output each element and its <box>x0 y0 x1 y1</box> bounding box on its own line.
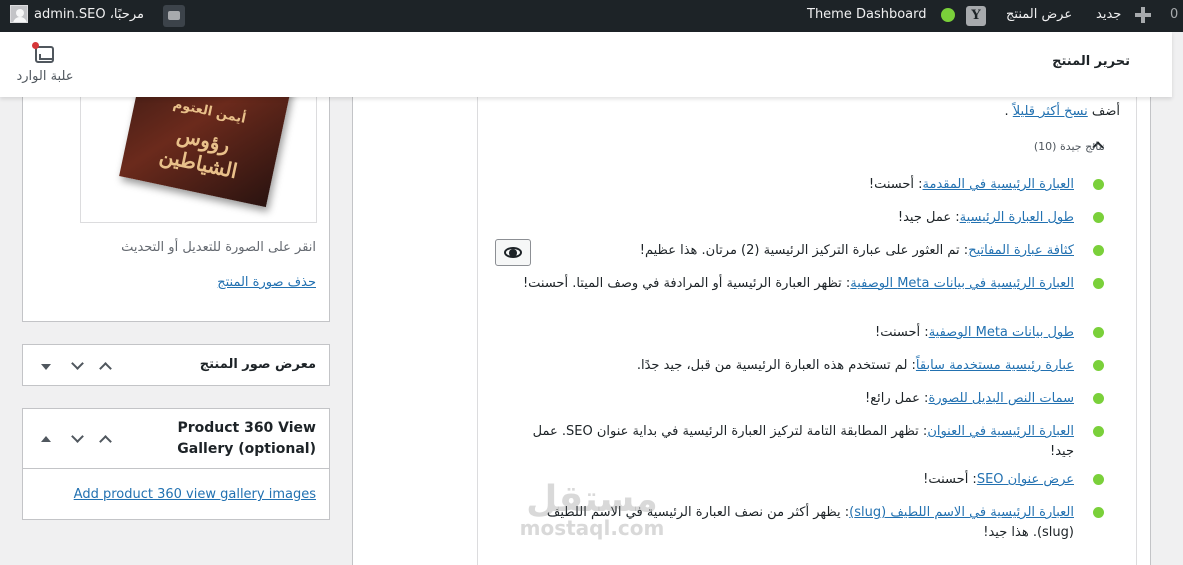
seo-result-item: العبارة الرئيسية في المقدمة: أحسنت! <box>869 175 1074 195</box>
new-item-link[interactable]: جديد <box>1096 0 1121 32</box>
result-link[interactable]: طول العبارة الرئيسية <box>960 210 1074 225</box>
toggle-panel-icon[interactable] <box>37 357 55 375</box>
add-copy-suffix: . <box>1004 104 1009 119</box>
add-360-images-link[interactable]: Add product 360 view gallery images <box>74 487 316 502</box>
status-dot-icon <box>941 8 955 22</box>
good-status-icon <box>1093 212 1104 223</box>
inbox-button[interactable]: علبة الوارد <box>10 42 80 92</box>
view-product-link[interactable]: عرض المنتج <box>1006 0 1072 32</box>
result-link[interactable]: العبارة الرئيسية في الاسم اللطيف (slug) <box>849 505 1074 520</box>
result-text: : تم العثور على عبارة التركيز الرئيسية (… <box>639 243 969 258</box>
chevron-up-icon[interactable] <box>97 430 115 448</box>
notification-dot <box>32 42 39 49</box>
seo-result-item: كثافة عبارة المفاتيح: تم العثور على عبار… <box>640 241 1074 261</box>
product-image-box: أيمن العتوم رؤوس الشياطين انقر على الصور… <box>22 92 330 322</box>
seo-result-item: العبارة الرئيسية في الاسم اللطيف (slug):… <box>504 503 1074 543</box>
page-header: تحرير المنتج علبة الوارد <box>0 32 1172 97</box>
result-link[interactable]: كثافة عبارة المفاتيح <box>968 243 1074 258</box>
good-status-icon <box>1093 360 1104 371</box>
result-link[interactable]: عرض عنوان SEO <box>977 472 1074 487</box>
add-copy-prefix: أضف <box>1091 104 1120 119</box>
result-text: : أحسنت! <box>875 325 929 340</box>
product-image[interactable]: أيمن العتوم رؤوس الشياطين <box>80 93 317 223</box>
chevron-down-icon[interactable] <box>69 430 87 448</box>
result-link[interactable]: سمات النص البديل للصورة <box>928 391 1074 406</box>
good-status-icon <box>1093 474 1104 485</box>
result-link[interactable]: طول بيانات Meta الوصفية <box>929 325 1074 340</box>
chevron-up-icon[interactable] <box>97 357 115 375</box>
good-status-icon <box>1093 245 1104 256</box>
seo-result-item: عبارة رئيسية مستخدمة سابقاً: لم تستخدم ه… <box>637 356 1074 376</box>
toggle-panel-icon[interactable] <box>37 430 55 448</box>
result-link[interactable]: العبارة الرئيسية في العنوان <box>927 424 1074 439</box>
result-link[interactable]: عبارة رئيسية مستخدمة سابقاً <box>916 358 1074 373</box>
box-360-title: Product 360 View Gallery (optional) <box>177 420 316 457</box>
seo-result-item: العبارة الرئيسية في العنوان: تظهر المطاب… <box>514 422 1074 462</box>
result-text: : لم تستخدم هذه العبارة الرئيسية من قبل،… <box>636 358 916 373</box>
inbox-icon <box>35 46 54 63</box>
result-link[interactable]: العبارة الرئيسية في المقدمة <box>923 177 1074 192</box>
result-text: : أحسنت! <box>923 472 977 487</box>
chevron-down-icon[interactable] <box>69 357 87 375</box>
seo-result-item: طول العبارة الرئيسية: عمل جيد! <box>898 208 1074 228</box>
product-gallery-box: معرض صور المنتج <box>22 344 330 386</box>
account-greeting[interactable]: مرحبًا، admin.SEO <box>34 0 144 32</box>
remove-image-link[interactable]: حذف صورة المنتج <box>217 275 316 290</box>
result-link[interactable]: العبارة الرئيسية في بيانات Meta الوصفية <box>850 276 1074 291</box>
seo-result-item: طول بيانات Meta الوصفية: أحسنت! <box>875 323 1074 343</box>
admin-bar-count[interactable]: 0 <box>1170 0 1178 32</box>
seo-result-item: عرض عنوان SEO: أحسنت! <box>923 470 1074 490</box>
result-text: : عمل جيد! <box>897 210 960 225</box>
comment-icon[interactable] <box>163 5 185 27</box>
gallery-box-header: معرض صور المنتج <box>23 345 329 385</box>
good-status-icon <box>1093 507 1104 518</box>
gallery-box-title: معرض صور المنتج <box>199 357 316 372</box>
good-results-toggle[interactable]: نتائج جيدة (10) <box>1034 140 1105 153</box>
seo-result-item: سمات النص البديل للصورة: عمل رائع! <box>865 389 1074 409</box>
image-hint: انقر على الصورة للتعديل أو التحديث <box>121 240 316 255</box>
seo-result-item: العبارة الرئيسية في بيانات Meta الوصفية:… <box>514 274 1074 294</box>
product-360-box: Product 360 View Gallery (optional) Add … <box>22 408 330 520</box>
theme-dashboard-link[interactable]: Theme Dashboard <box>807 0 927 32</box>
scrollbar[interactable] <box>1172 32 1183 565</box>
admin-bar: 0 جديد عرض المنتج Y Theme Dashboard مرحب… <box>0 0 1183 32</box>
page-title: تحرير المنتج <box>1052 54 1130 69</box>
inbox-label: علبة الوارد <box>16 69 74 84</box>
good-status-icon <box>1093 426 1104 437</box>
result-text: : تظهر العبارة الرئيسية أو المرادفة في و… <box>522 276 851 291</box>
book-cover: أيمن العتوم رؤوس الشياطين <box>119 93 293 208</box>
good-status-icon <box>1093 179 1104 190</box>
box-360-header: Product 360 View Gallery (optional) <box>23 409 329 469</box>
yoast-icon[interactable]: Y <box>966 6 986 26</box>
good-status-icon <box>1093 393 1104 404</box>
good-status-icon <box>1093 278 1104 289</box>
result-text: : عمل رائع! <box>865 391 929 406</box>
add-copy-note: أضف نسخ أكثر قليلاً . <box>1005 104 1121 119</box>
result-text: : أحسنت! <box>868 177 923 192</box>
eye-icon[interactable] <box>495 239 531 266</box>
avatar-icon[interactable] <box>10 5 28 23</box>
add-copy-link[interactable]: نسخ أكثر قليلاً <box>1013 104 1088 119</box>
plus-icon[interactable] <box>1134 6 1152 24</box>
good-status-icon <box>1093 327 1104 338</box>
